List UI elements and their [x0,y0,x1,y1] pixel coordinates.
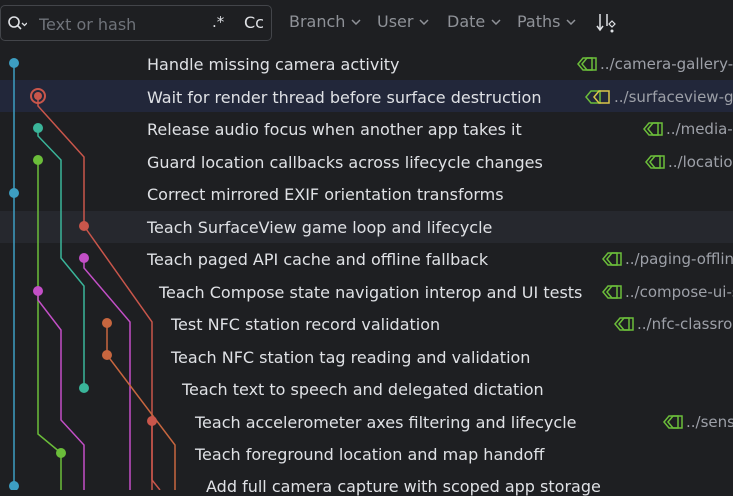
tag-icon [585,90,610,104]
paths-filter-dropdown[interactable]: Paths [517,12,577,31]
tag-icon [602,252,622,266]
commit-node[interactable] [33,286,43,296]
tag-icon [645,155,665,169]
commit-message[interactable]: Release audio focus when another app tak… [147,120,522,139]
commit-node[interactable] [102,350,112,360]
commit-message[interactable]: Handle missing camera activity [147,55,400,74]
commit-node[interactable] [79,221,89,231]
chevron-down-icon [419,19,429,25]
chevron-down-icon [351,19,361,25]
date-filter-dropdown[interactable]: Date [447,12,501,31]
branch-ref-label: ../location [668,153,733,171]
tag-icon [663,415,683,429]
commit-node[interactable] [79,253,89,263]
commit-message[interactable]: Teach Compose state navigation interop a… [159,283,582,302]
commit-node[interactable] [33,123,43,133]
commit-node[interactable] [56,448,66,458]
log-toolbar: .* Cc Branch User Date Paths [0,0,733,46]
tag-icon [643,122,663,136]
chevron-down-icon [566,19,577,25]
regex-toggle-button[interactable]: .* [212,13,224,31]
branch-ref-label: ../paging-offline [625,250,733,268]
branch-ref[interactable]: ../sens [663,413,733,431]
branch-ref[interactable]: ../media-s [643,120,733,138]
user-filter-dropdown[interactable]: User [377,12,429,31]
commit-message[interactable]: Guard location callbacks across lifecycl… [147,153,543,172]
user-filter-label: User [377,12,414,31]
commit-message[interactable]: Add full camera capture with scoped app … [206,477,601,496]
branch-ref[interactable]: ../compose-ui-s [602,283,733,301]
tag-icon [602,285,622,299]
match-case-toggle-button[interactable]: Cc [244,13,264,32]
commit-node[interactable] [9,481,19,490]
tag-icon [614,317,634,331]
commit-message[interactable]: Wait for render thread before surface de… [147,88,541,107]
commit-message[interactable]: Teach text to speech and delegated dicta… [182,380,544,399]
tag-icon [577,57,597,71]
paths-filter-label: Paths [517,12,561,31]
commit-message[interactable]: Teach foreground location and map handof… [195,445,544,464]
branch-filter-label: Branch [289,12,346,31]
branch-ref-label: ../compose-ui-s [625,283,733,301]
chevron-down-icon [491,19,501,25]
sort-icon[interactable] [596,12,618,34]
commit-node[interactable] [33,155,43,165]
commit-node[interactable] [9,188,19,198]
branch-ref[interactable]: ../camera-gallery-s [577,55,733,73]
commit-message[interactable]: Correct mirrored EXIF orientation transf… [147,185,504,204]
commit-message[interactable]: Teach SurfaceView game loop and lifecycl… [147,218,492,237]
search-icon [8,16,27,30]
branch-ref-label: ../surfaceview-ga [614,88,733,106]
branch-ref-label: ../camera-gallery-s [600,55,733,73]
branch-ref[interactable]: ../nfc-classroo [614,315,733,333]
search-box[interactable]: .* Cc [0,5,272,41]
commit-message[interactable]: Teach paged API cache and offline fallba… [147,250,488,269]
commit-node[interactable] [79,383,89,393]
commit-message[interactable]: Test NFC station record validation [171,315,440,334]
branch-ref[interactable]: ../location [645,153,733,171]
branch-ref-label: ../media-s [666,120,733,138]
branch-ref-label: ../nfc-classroo [637,315,733,333]
commit-node[interactable] [102,318,112,328]
branch-ref[interactable]: ../paging-offline [602,250,733,268]
commit-message[interactable]: Teach accelerometer axes filtering and l… [195,413,576,432]
commit-node[interactable] [147,416,157,426]
branch-ref[interactable]: ../surfaceview-ga [585,88,733,106]
branch-filter-dropdown[interactable]: Branch [289,12,361,31]
search-input[interactable] [39,13,199,35]
date-filter-label: Date [447,12,486,31]
branch-ref-label: ../sens [686,413,733,431]
commit-message[interactable]: Teach NFC station tag reading and valida… [171,348,530,367]
commit-node[interactable] [9,58,19,68]
